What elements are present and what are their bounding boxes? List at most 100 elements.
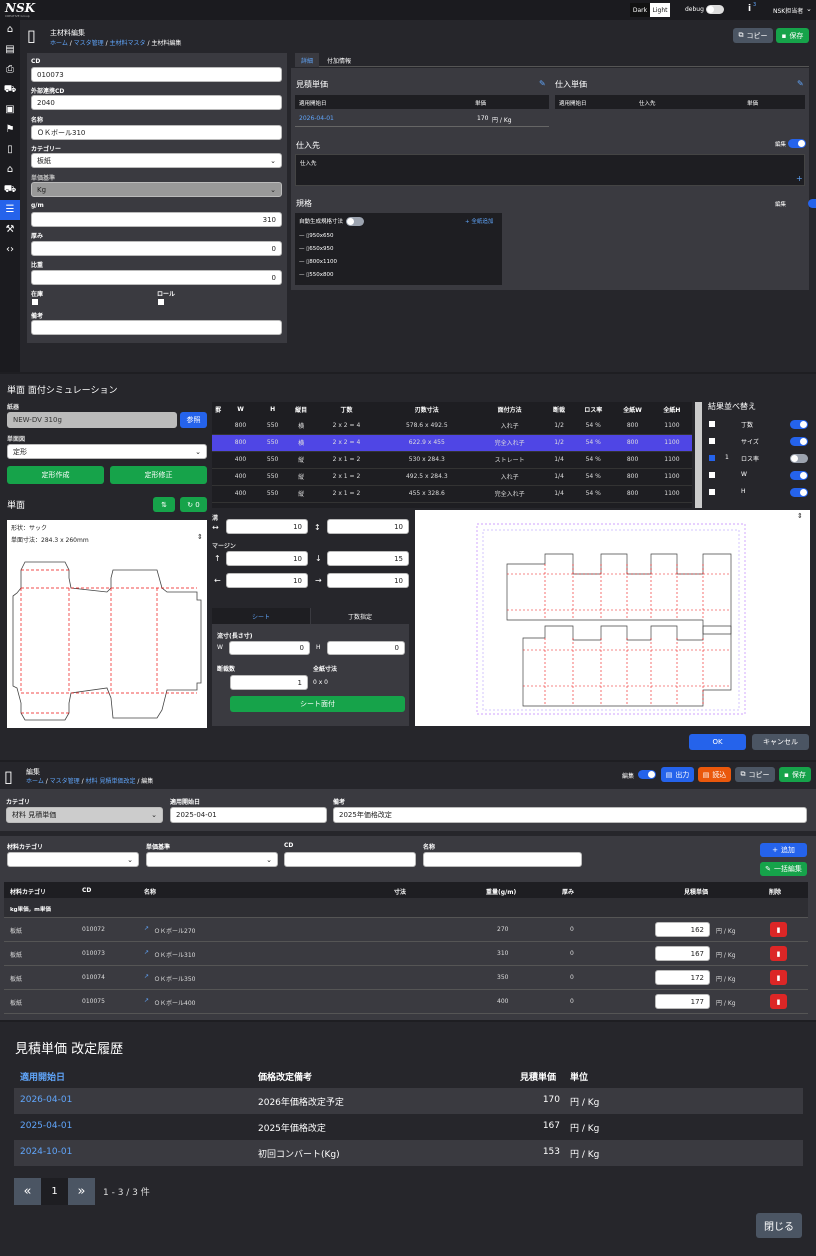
sort-direction-toggle[interactable] — [790, 420, 808, 429]
warehouse-icon[interactable]: ⌂ — [0, 160, 20, 180]
sim-result-row[interactable]: 800 550 横 2 x 2 = 4 622.9 x 455 完全入れ子 1/2 54 % 8… — [212, 434, 692, 452]
filter-name-field[interactable] — [423, 852, 582, 867]
note-field[interactable] — [31, 320, 282, 335]
sort-direction-toggle[interactable] — [790, 437, 808, 446]
sort-option[interactable]: 丁数 — [708, 417, 810, 434]
breadcrumb-master[interactable]: マスタ管理 — [74, 40, 104, 47]
sheet-impose-button[interactable]: シート面付 — [230, 696, 405, 712]
external-link-icon[interactable]: ↗ — [144, 925, 149, 932]
external-link-icon[interactable]: ↗ — [144, 973, 149, 980]
delete-button[interactable]: ▮ — [770, 946, 787, 961]
prev-page-icon[interactable]: « — [14, 1178, 41, 1205]
name-field[interactable] — [31, 125, 282, 140]
sort-option[interactable]: H — [708, 485, 810, 502]
sort-option[interactable]: サイズ — [708, 434, 810, 451]
margin-top-field[interactable] — [226, 551, 308, 566]
tab-sheet[interactable]: シート — [212, 608, 310, 624]
document-icon[interactable]: ▯ — [0, 140, 20, 160]
external-link-icon[interactable]: ↗ — [144, 949, 149, 956]
sort-checkbox[interactable] — [709, 421, 715, 427]
margin-left-field[interactable] — [226, 573, 308, 588]
gap-x-field[interactable] — [226, 519, 308, 534]
roll-checkbox[interactable] — [158, 299, 164, 305]
edit-icon[interactable]: ✎ — [539, 79, 546, 88]
gsm-field[interactable] — [31, 212, 282, 227]
height-field[interactable] — [327, 641, 405, 655]
copy-button[interactable]: ⧉ コピー — [733, 28, 773, 43]
delete-button[interactable]: ▮ — [770, 922, 787, 937]
spec-item[interactable]: — ▯950x650 — [299, 230, 337, 243]
history-date[interactable]: 2024-10-01 — [20, 1147, 72, 1157]
cd-field[interactable] — [31, 67, 282, 82]
sort-checkbox[interactable] — [709, 472, 715, 478]
rotate-button[interactable]: ↻ 0 — [180, 497, 207, 512]
bag-icon[interactable]: ▣ — [0, 100, 20, 120]
wrench-icon[interactable]: ⚒ — [0, 220, 20, 240]
spec-edit-toggle[interactable] — [808, 199, 816, 208]
add-button[interactable]: + 追加 — [760, 843, 807, 857]
code-icon[interactable]: ‹› — [0, 240, 20, 260]
col-date[interactable]: 適用開始日 — [20, 1070, 65, 1083]
sort-direction-toggle[interactable] — [790, 454, 808, 463]
tab-count[interactable]: 丁数指定 — [311, 608, 409, 624]
add-supplier-icon[interactable]: + — [796, 174, 803, 183]
quote-price-field[interactable] — [655, 970, 710, 985]
margin-bottom-field[interactable] — [327, 551, 409, 566]
spec-item[interactable]: — ▯650x950 — [299, 243, 337, 256]
sim-result-row[interactable]: 400 550 縦 2 x 1 = 2 530 x 284.3 ストレート 1/4 54 % 8… — [212, 451, 692, 469]
history-date[interactable]: 2025-04-01 — [20, 1121, 72, 1131]
sort-option[interactable]: 1 ロス率 — [708, 451, 810, 468]
date-field[interactable] — [170, 807, 327, 823]
resize-icon[interactable]: ⇕ — [197, 533, 203, 541]
filter-unit-select[interactable]: ⌄ — [146, 852, 278, 867]
cancel-button[interactable]: キャンセル — [752, 734, 809, 750]
theme-switch[interactable]: Dark Light — [630, 3, 670, 17]
add-sheet-button[interactable]: + 全紙追加 — [465, 217, 493, 225]
ext-cd-field[interactable] — [31, 95, 282, 110]
sort-direction-toggle[interactable] — [790, 488, 808, 497]
quote-price-field[interactable] — [655, 994, 710, 1009]
copy-button[interactable]: ⧉ コピー — [735, 767, 775, 782]
tab-detail[interactable]: 詳細 — [295, 53, 319, 67]
breadcrumb-revision[interactable]: 材料 見積単価改定 — [86, 778, 136, 785]
edit-icon[interactable]: ✎ — [797, 79, 804, 88]
quote-price-field[interactable] — [655, 946, 710, 961]
stock-checkbox[interactable] — [32, 299, 38, 305]
sort-checkbox[interactable] — [709, 489, 715, 495]
quote-price-field[interactable] — [655, 922, 710, 937]
breadcrumb-home[interactable]: ホーム — [26, 778, 44, 785]
quote-date[interactable]: 2026-04-01 — [299, 115, 334, 122]
shape-select[interactable]: 定形 ⌄ — [7, 444, 207, 459]
sim-result-row[interactable]: 800 550 横 2 x 2 = 4 578.6 x 492.5 入れ子 1/2 54 % 8… — [212, 417, 692, 435]
results-scrollbar[interactable] — [695, 402, 702, 508]
boxes-icon[interactable]: ▤ — [0, 40, 20, 60]
reference-button[interactable]: 参照 — [180, 412, 207, 428]
chevron-down-icon[interactable]: ⌄ — [806, 5, 812, 13]
cart-icon[interactable]: ⛟ — [0, 80, 20, 100]
fix-shape-button[interactable]: 定形修正 — [110, 466, 207, 484]
user-menu[interactable]: NSK担当者 — [773, 6, 803, 15]
width-field[interactable] — [229, 641, 310, 655]
delete-button[interactable]: ▮ — [770, 970, 787, 985]
next-page-icon[interactable]: » — [68, 1178, 95, 1205]
filter-cd-field[interactable] — [284, 852, 416, 867]
current-page[interactable]: 1 — [41, 1178, 68, 1205]
breadcrumb-material-master[interactable]: 主材料マスタ — [110, 40, 146, 47]
tab-extra[interactable]: 付加情報 — [322, 53, 356, 67]
debug-toggle[interactable] — [706, 5, 724, 14]
close-button[interactable]: 閉じる — [756, 1213, 802, 1238]
thickness-field[interactable] — [31, 241, 282, 256]
sim-result-row[interactable]: 400 550 縦 2 x 1 = 2 492.5 x 284.3 入れ子 1/4 54 % 8… — [212, 468, 692, 486]
info-icon[interactable]: i — [748, 4, 751, 14]
save-button[interactable]: ▪ 保存 — [779, 767, 811, 782]
external-link-icon[interactable]: ↗ — [144, 997, 149, 1004]
save-button[interactable]: ▪ 保存 — [776, 28, 809, 43]
margin-right-field[interactable] — [327, 573, 409, 588]
import-button[interactable]: ▤ 読込 — [698, 767, 731, 782]
swap-button[interactable]: ⇅ — [153, 497, 175, 512]
sort-checkbox[interactable] — [709, 455, 715, 461]
history-date[interactable]: 2026-04-01 — [20, 1095, 72, 1105]
note-field[interactable] — [333, 807, 807, 823]
sort-direction-toggle[interactable] — [790, 471, 808, 480]
truck-icon[interactable]: ⛟ — [0, 180, 20, 200]
